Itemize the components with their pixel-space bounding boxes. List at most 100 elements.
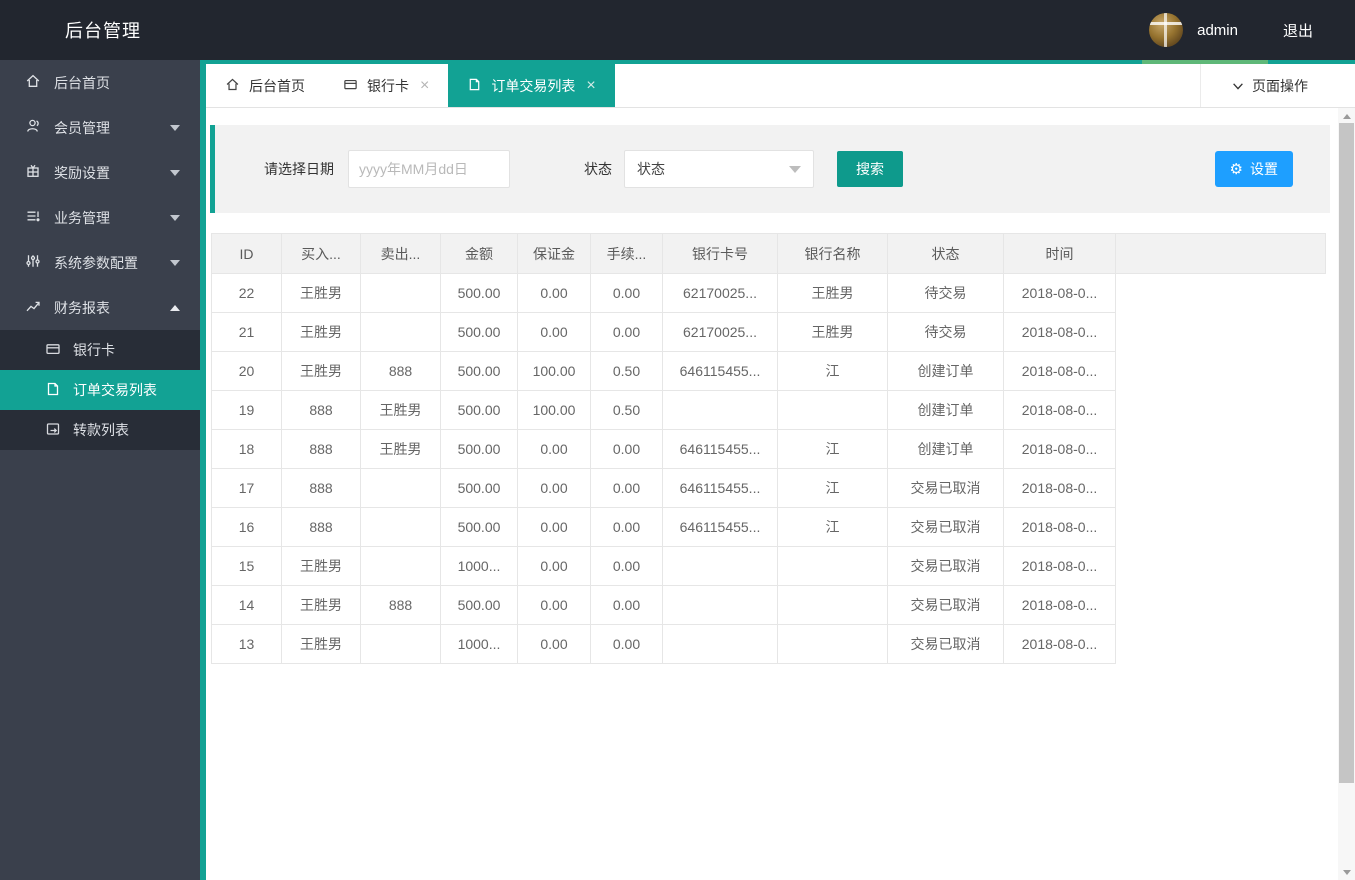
date-input[interactable]: [348, 150, 510, 188]
table-cell-filler: [1115, 351, 1326, 391]
sidebar-item-system-params[interactable]: 系统参数配置: [0, 240, 200, 285]
table-cell: 500.00: [440, 585, 518, 625]
table-cell: 2018-08-0...: [1003, 390, 1116, 430]
column-header: 金额: [440, 233, 518, 274]
sidebar-item-label: 系统参数配置: [54, 254, 138, 271]
table-cell: 646115455...: [662, 429, 778, 469]
close-icon[interactable]: ×: [420, 77, 429, 94]
table-cell: 待交易: [887, 312, 1004, 352]
settings-button[interactable]: ⚙ 设置: [1214, 151, 1293, 187]
table-cell: 15: [211, 546, 282, 586]
scrollbar-thumb[interactable]: [1339, 123, 1354, 783]
home-icon: [225, 77, 249, 95]
table-cell: 0.50: [590, 390, 663, 430]
table-cell: 0.00: [517, 507, 591, 547]
vertical-scrollbar[interactable]: [1338, 108, 1355, 880]
scroll-up-button[interactable]: [1338, 109, 1355, 123]
table-row: 18 888 王胜男 500.00 0.00 0.00 646115455... 江创建订单 2…: [211, 429, 1326, 469]
table-cell: 王胜男: [360, 390, 441, 430]
table-cell: 500.00: [440, 468, 518, 508]
sidebar-subitem-orders[interactable]: 订单交易列表: [0, 370, 200, 410]
search-button[interactable]: 搜索: [837, 151, 903, 187]
tab-home[interactable]: 后台首页: [206, 64, 324, 107]
transfer-icon: [45, 421, 73, 440]
table-cell: 江: [777, 468, 888, 508]
table-cell: 100.00: [517, 390, 591, 430]
table-cell-filler: [1115, 468, 1326, 508]
sidebar-item-members[interactable]: 会员管理: [0, 105, 200, 150]
close-icon[interactable]: ×: [586, 77, 595, 94]
finance-submenu: 银行卡 订单交易列表 转款列表: [0, 330, 200, 450]
sidebar-subitem-label: 订单交易列表: [73, 382, 157, 398]
table-row: 20 王胜男 888 500.00 100.00 0.50 646115455... 江创建订…: [211, 351, 1326, 391]
table-cell: 王胜男: [281, 351, 361, 391]
table-cell: 888: [281, 507, 361, 547]
username-menu[interactable]: admin: [1197, 22, 1238, 39]
date-label: 请选择日期: [264, 161, 334, 177]
table-cell-filler: [1115, 585, 1326, 625]
tab-label: 订单交易列表: [491, 77, 576, 94]
table-cell: 0.50: [590, 351, 663, 391]
page-content: 请选择日期 状态 状态 搜索 ⚙ 设置: [206, 108, 1355, 664]
status-label: 状态: [584, 161, 612, 177]
column-header: 卖出...: [360, 233, 441, 274]
orders-icon: [467, 77, 491, 95]
table-cell: 888: [281, 429, 361, 469]
sidebar-item-label: 业务管理: [54, 209, 110, 226]
chevron-up-icon: [170, 304, 180, 311]
table-cell: 0.00: [517, 312, 591, 352]
table-cell: 500.00: [440, 507, 518, 547]
table-cell: 17: [211, 468, 282, 508]
sidebar-item-finance-reports[interactable]: 财务报表: [0, 285, 200, 330]
table-cell-filler: [1115, 546, 1326, 586]
table-cell: [360, 273, 441, 313]
sidebar-item-home[interactable]: 后台首页: [0, 60, 200, 105]
page-actions-dropdown[interactable]: 页面操作: [1200, 64, 1338, 107]
table-cell-filler: [1115, 429, 1326, 469]
sidebar-item-label: 后台首页: [54, 74, 110, 91]
table-cell: 江: [777, 351, 888, 391]
table-cell: 646115455...: [662, 468, 778, 508]
sidebar-item-rewards[interactable]: 奖励设置: [0, 150, 200, 195]
table-cell: 18: [211, 429, 282, 469]
table-cell: 21: [211, 312, 282, 352]
scroll-down-button[interactable]: [1338, 865, 1355, 879]
sidebar-item-business[interactable]: 业务管理: [0, 195, 200, 240]
chevron-down-icon: [789, 165, 801, 173]
tab-label: 银行卡: [367, 77, 409, 94]
table-cell: 创建订单: [887, 429, 1004, 469]
tab-label: 后台首页: [249, 77, 305, 94]
sidebar-item-label: 财务报表: [54, 299, 110, 316]
status-select[interactable]: 状态: [624, 150, 814, 188]
table-cell-filler: [1115, 390, 1326, 430]
table-cell: 0.00: [590, 624, 663, 664]
logout-button[interactable]: 退出: [1283, 20, 1313, 41]
chevron-down-icon: [170, 214, 180, 221]
members-icon: [25, 118, 54, 137]
sidebar-subitem-bankcard[interactable]: 银行卡: [0, 330, 200, 370]
table-cell: 646115455...: [662, 351, 778, 391]
table-cell: [360, 624, 441, 664]
table-cell: 14: [211, 585, 282, 625]
chevron-down-icon: [170, 169, 180, 176]
settings-button-label: 设置: [1250, 161, 1278, 177]
app: 后台管理 admin 退出 后台首页 会员管理 奖励设置 业务管理 系统参数配置…: [0, 0, 1355, 880]
table-cell: 交易已取消: [887, 468, 1004, 508]
table-cell-filler: [1115, 507, 1326, 547]
table-cell: 62170025...: [662, 312, 778, 352]
bankcard-icon: [343, 77, 367, 95]
table-cell: 22: [211, 273, 282, 313]
column-header-filler: [1115, 233, 1326, 274]
table-cell: 2018-08-0...: [1003, 507, 1116, 547]
table-cell: 2018-08-0...: [1003, 546, 1116, 586]
sidebar-subitem-transfers[interactable]: 转款列表: [0, 410, 200, 450]
table-cell: 交易已取消: [887, 624, 1004, 664]
tab-bankcard[interactable]: 银行卡 ×: [324, 64, 448, 107]
table-cell: 交易已取消: [887, 585, 1004, 625]
table-cell: 0.00: [590, 468, 663, 508]
tab-orders[interactable]: 订单交易列表 ×: [448, 64, 615, 107]
table-cell: 2018-08-0...: [1003, 429, 1116, 469]
table-row: 16 888 500.00 0.00 0.00 646115455... 江交易已取消 201…: [211, 507, 1326, 547]
table-cell: 0.00: [590, 507, 663, 547]
sidebar-item-label: 奖励设置: [54, 164, 110, 181]
